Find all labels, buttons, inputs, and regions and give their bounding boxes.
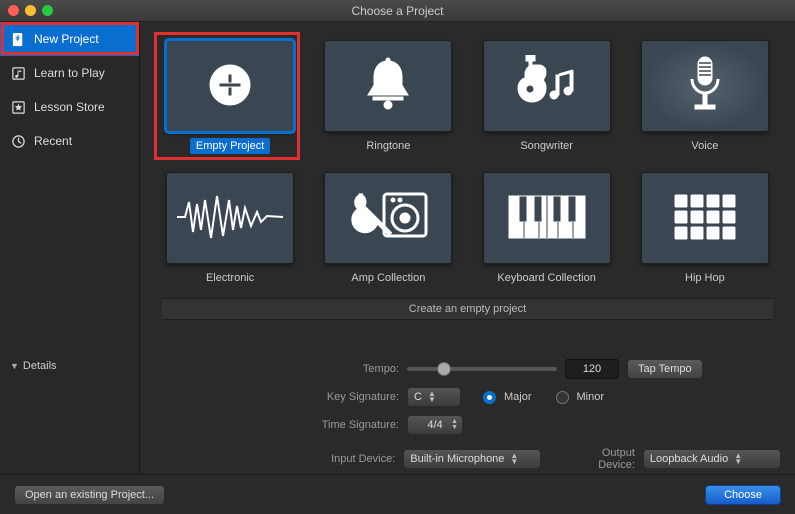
tempo-slider[interactable]	[407, 367, 557, 371]
tile-label: Hip Hop	[679, 270, 731, 286]
tile-label: Empty Project	[190, 138, 270, 154]
details-disclosure[interactable]: ▼ Details	[10, 360, 57, 372]
sidebar-item-label: Lesson Store	[34, 100, 105, 114]
tile-voice[interactable]: Voice	[637, 40, 773, 154]
clock-icon	[10, 133, 26, 149]
details-label: Details	[23, 360, 57, 372]
bell-icon	[363, 57, 413, 116]
chevron-updown-icon: ▲▼	[510, 453, 518, 465]
key-signature-select[interactable]: C ▲▼	[407, 387, 461, 407]
output-device-label: Output Device:	[563, 447, 635, 471]
guitar-icon	[512, 55, 582, 118]
titlebar: Choose a Project	[0, 0, 795, 22]
tempo-value[interactable]: 120	[565, 359, 619, 379]
template-grid: Empty Project Ringtone Songwriter	[162, 40, 773, 286]
sidebar-item-label: Learn to Play	[34, 66, 105, 80]
tile-keyboard-collection[interactable]: Keyboard Collection	[479, 172, 615, 286]
major-label: Major	[504, 391, 532, 403]
minor-radio[interactable]	[556, 391, 569, 404]
pads-icon	[673, 193, 737, 244]
note-icon	[10, 65, 26, 81]
svg-text:+: +	[15, 33, 20, 43]
chevron-updown-icon: ▲▼	[428, 391, 436, 403]
tile-empty-project[interactable]: Empty Project	[162, 40, 298, 154]
template-description: Create an empty project	[162, 298, 773, 320]
tile-label: Keyboard Collection	[491, 270, 601, 286]
plus-circle-icon	[207, 62, 253, 111]
star-icon	[10, 99, 26, 115]
sidebar: + New Project Learn to Play Lesson Store	[0, 22, 140, 474]
tile-electronic[interactable]: Electronic	[162, 172, 298, 286]
tile-label: Voice	[685, 138, 724, 154]
sidebar-item-label: Recent	[34, 134, 72, 148]
sidebar-item-new-project[interactable]: + New Project	[0, 22, 139, 56]
input-device-select[interactable]: Built-in Microphone ▲▼	[403, 449, 541, 469]
wave-icon	[175, 192, 285, 245]
amp-icon	[348, 188, 428, 249]
mic-icon	[685, 53, 725, 120]
tile-label: Ringtone	[360, 138, 416, 154]
tile-label: Electronic	[200, 270, 260, 286]
sidebar-item-label: New Project	[34, 32, 99, 46]
tile-ringtone[interactable]: Ringtone	[320, 40, 456, 154]
sidebar-item-recent[interactable]: Recent	[0, 124, 139, 158]
keys-icon	[507, 194, 587, 243]
chevron-updown-icon: ▲▼	[451, 419, 458, 431]
minor-label: Minor	[577, 391, 605, 403]
time-signature-label: Time Signature:	[154, 419, 399, 431]
disclosure-triangle-icon: ▼	[10, 361, 19, 371]
sidebar-item-learn-to-play[interactable]: Learn to Play	[0, 56, 139, 90]
tile-label: Songwriter	[514, 138, 579, 154]
tap-tempo-button[interactable]: Tap Tempo	[627, 359, 703, 379]
tile-hip-hop[interactable]: Hip Hop	[637, 172, 773, 286]
details-section: Tempo: 120 Tap Tempo Key Signature: C ▲▼	[140, 350, 795, 474]
key-signature-label: Key Signature:	[154, 391, 399, 403]
output-device-select[interactable]: Loopback Audio ▲▼	[643, 449, 781, 469]
chevron-updown-icon: ▲▼	[734, 453, 742, 465]
plus-doc-icon: +	[10, 31, 26, 47]
sidebar-item-lesson-store[interactable]: Lesson Store	[0, 90, 139, 124]
tile-amp-collection[interactable]: Amp Collection	[320, 172, 456, 286]
tile-songwriter[interactable]: Songwriter	[479, 40, 615, 154]
tile-label: Amp Collection	[345, 270, 431, 286]
window-title: Choose a Project	[0, 4, 795, 18]
input-device-label: Input Device:	[154, 453, 395, 465]
major-radio[interactable]	[483, 391, 496, 404]
tempo-label: Tempo:	[154, 363, 399, 375]
time-signature-stepper[interactable]: 4/4 ▲▼	[407, 415, 463, 435]
